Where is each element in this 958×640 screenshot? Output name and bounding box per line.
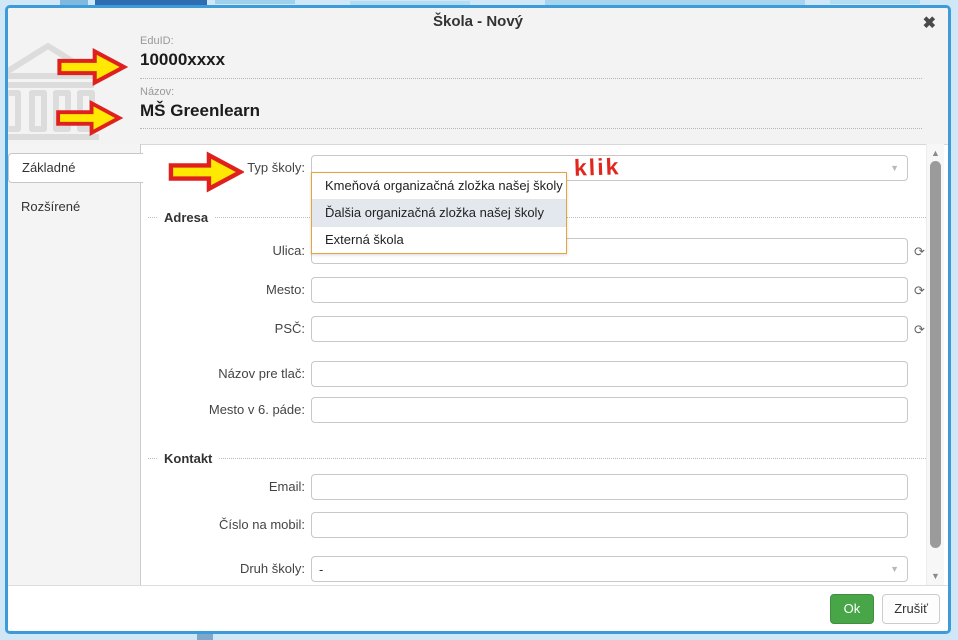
- divider: [148, 458, 157, 459]
- refresh-icon[interactable]: ⟳: [912, 283, 927, 298]
- refresh-icon[interactable]: ⟳: [912, 322, 927, 337]
- ulica-label: Ulica:: [138, 238, 305, 264]
- mesto-input[interactable]: [311, 277, 908, 303]
- adresa-legend-text: Adresa: [164, 210, 208, 225]
- chevron-down-icon[interactable]: ▼: [890, 164, 899, 173]
- dropdown-option-kmenova[interactable]: Kmeňová organizačná zložka našej školy: [312, 173, 566, 200]
- mesto-label: Mesto:: [138, 277, 305, 303]
- nazov-pre-tlac-input[interactable]: [311, 361, 908, 387]
- ok-button[interactable]: Ok: [830, 594, 875, 624]
- divider: [219, 458, 930, 459]
- nazov-value: MŠ Greenlearn: [140, 101, 260, 121]
- dialog-skola-novy: Škola - Nový ✖ EduID: 10000xxxx Názov: M…: [5, 5, 951, 634]
- tab-rozsirene[interactable]: Rozšírené: [21, 199, 80, 214]
- scrollbar-up-icon[interactable]: ▲: [927, 148, 944, 158]
- background-toolbar: [215, 0, 295, 4]
- mesto-v-6-pade-input[interactable]: [311, 397, 908, 423]
- klik-annotation: klik: [574, 153, 621, 182]
- druh-skoly-select[interactable]: - ▼: [311, 556, 908, 582]
- eduid-label: EduID:: [140, 35, 174, 47]
- background-toolbar: [830, 0, 920, 4]
- arrow-annotation-nazov: [48, 100, 130, 136]
- cislo-na-mobil-input[interactable]: [311, 512, 908, 538]
- email-label: Email:: [138, 474, 305, 500]
- psc-label: PSČ:: [138, 316, 305, 342]
- dialog-footer: Ok Zrušiť: [8, 585, 948, 631]
- arrow-annotation-typ-skoly: [168, 151, 244, 193]
- nazov-pre-tlac-label: Názov pre tlač:: [138, 361, 305, 387]
- divider: [140, 78, 922, 79]
- tab-zakladne[interactable]: Základné: [8, 153, 143, 183]
- dropdown-option-dalsia[interactable]: Ďalšia organizačná zložka našej školy: [312, 200, 566, 227]
- druh-skoly-value: -: [319, 562, 323, 577]
- vertical-scrollbar[interactable]: ▲ ▼: [926, 144, 944, 585]
- arrow-annotation-eduid: [52, 48, 132, 86]
- druh-skoly-label: Druh školy:: [138, 556, 305, 582]
- email-input[interactable]: [311, 474, 908, 500]
- typ-skoly-dropdown-list: Kmeňová organizačná zložka našej školy Ď…: [311, 172, 567, 254]
- cislo-na-mobil-label: Číslo na mobil:: [138, 512, 305, 538]
- refresh-icon[interactable]: ⟳: [912, 244, 927, 259]
- psc-input[interactable]: [311, 316, 908, 342]
- kontakt-legend-text: Kontakt: [164, 451, 212, 466]
- dropdown-option-externa[interactable]: Externá škola: [312, 227, 566, 253]
- nazov-label: Názov:: [140, 86, 174, 98]
- kontakt-section-legend: Kontakt: [148, 451, 930, 466]
- divider: [140, 128, 922, 129]
- cancel-button[interactable]: Zrušiť: [882, 594, 940, 624]
- dialog-title: Škola - Nový: [8, 13, 948, 30]
- close-icon[interactable]: ✖: [923, 15, 936, 33]
- divider: [148, 217, 157, 218]
- scrollbar-down-icon[interactable]: ▼: [927, 571, 944, 581]
- mesto-v-6-pade-label: Mesto v 6. páde:: [138, 397, 305, 423]
- eduid-value: 10000xxxx: [140, 50, 225, 70]
- scrollbar-thumb[interactable]: [930, 161, 941, 548]
- chevron-down-icon[interactable]: ▼: [890, 565, 899, 574]
- dialog-header: Škola - Nový ✖ EduID: 10000xxxx Názov: M…: [8, 8, 948, 145]
